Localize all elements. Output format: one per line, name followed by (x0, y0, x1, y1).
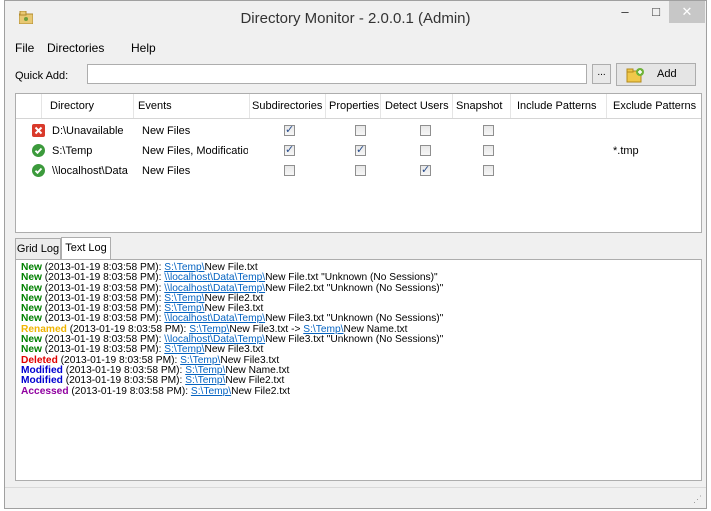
minimize-button[interactable]: – (613, 1, 637, 23)
checkbox-detect-users[interactable] (420, 163, 431, 176)
maximize-button[interactable]: □ (643, 1, 669, 23)
header-include-patterns[interactable]: Include Patterns (511, 94, 607, 118)
close-button[interactable]: ✕ (669, 1, 705, 23)
grid-row[interactable]: S:\Temp New Files, Modificatio... *.tmp (16, 141, 701, 161)
add-button[interactable]: Add (616, 63, 696, 86)
header-properties[interactable]: Properties (326, 94, 381, 118)
cell-directory: D:\Unavailable (52, 125, 124, 137)
directory-grid[interactable]: Directory Events Subdirectories Properti… (15, 93, 702, 233)
checkbox-subdirectories[interactable] (284, 165, 295, 176)
checkbox-properties[interactable] (355, 165, 366, 176)
log-event-kind: Accessed (21, 385, 69, 397)
header-subdirectories[interactable]: Subdirectories (250, 94, 326, 118)
log-detail: New File2.txt (231, 385, 290, 397)
cell-events: New Files (142, 125, 191, 137)
tab-grid-log[interactable]: Grid Log (15, 238, 61, 259)
grid-row[interactable]: D:\Unavailable New Files (16, 121, 701, 141)
header-snapshot[interactable]: Snapshot (453, 94, 511, 118)
log-path-link[interactable]: S:\Temp\ (191, 386, 231, 397)
cell-events: New Files (142, 165, 191, 177)
checkbox-snapshot[interactable] (483, 145, 494, 156)
add-button-label: Add (657, 68, 677, 80)
grid-header: Directory Events Subdirectories Properti… (16, 94, 701, 119)
checkbox-snapshot[interactable] (483, 125, 494, 136)
window-title: Directory Monitor - 2.0.0.1 (Admin) (240, 10, 471, 27)
header-status (16, 94, 42, 118)
menu-bar: File Directories Help (5, 37, 706, 59)
log-detail: New File2.txt "Unknown (No Sessions)" (265, 282, 444, 294)
quick-add-label: Quick Add: (15, 70, 69, 82)
text-log-panel[interactable]: New (2013-01-19 8:03:58 PM): S:\Temp\New… (15, 259, 702, 481)
cell-exclude: *.tmp (613, 145, 639, 157)
checkbox-subdirectories[interactable] (284, 143, 295, 156)
cell-directory: S:\Temp (52, 145, 93, 157)
log-line: Accessed (2013-01-19 8:03:58 PM): S:\Tem… (21, 385, 696, 397)
status-bar: ⋰ (5, 487, 706, 508)
log-detail: New File3.txt "Unknown (No Sessions)" (265, 334, 444, 346)
cell-events: New Files, Modificatio... (142, 145, 248, 157)
checkbox-detect-users[interactable] (420, 125, 431, 136)
browse-button[interactable]: ... (592, 64, 611, 84)
resize-grip-icon[interactable]: ⋰ (693, 494, 702, 505)
checkbox-properties[interactable] (355, 125, 366, 136)
header-events[interactable]: Events (134, 94, 250, 118)
cell-directory: \\localhost\Data (52, 165, 128, 177)
checkbox-snapshot[interactable] (483, 165, 494, 176)
error-icon (32, 124, 45, 137)
header-detect-users[interactable]: Detect Users (381, 94, 453, 118)
log-timestamp: (2013-01-19 8:03:58 PM): (68, 385, 191, 397)
title-bar[interactable]: Directory Monitor - 2.0.0.1 (Admin) – □ … (5, 1, 706, 37)
quick-add-input[interactable] (87, 64, 587, 84)
add-folder-icon (626, 68, 644, 83)
check-circle-icon (32, 144, 45, 157)
menu-help[interactable]: Help (131, 41, 156, 55)
menu-file[interactable]: File (15, 41, 34, 55)
checkbox-detect-users[interactable] (420, 145, 431, 156)
grid-row[interactable]: \\localhost\Data New Files (16, 161, 701, 181)
checkbox-properties[interactable] (355, 143, 366, 156)
header-directory[interactable]: Directory (42, 94, 134, 118)
menu-directories[interactable]: Directories (47, 41, 104, 55)
check-circle-icon (32, 164, 45, 177)
app-window: Directory Monitor - 2.0.0.1 (Admin) – □ … (4, 0, 707, 509)
header-exclude-patterns[interactable]: Exclude Patterns (607, 94, 701, 118)
tab-text-log[interactable]: Text Log (61, 237, 111, 260)
checkbox-subdirectories[interactable] (284, 123, 295, 136)
